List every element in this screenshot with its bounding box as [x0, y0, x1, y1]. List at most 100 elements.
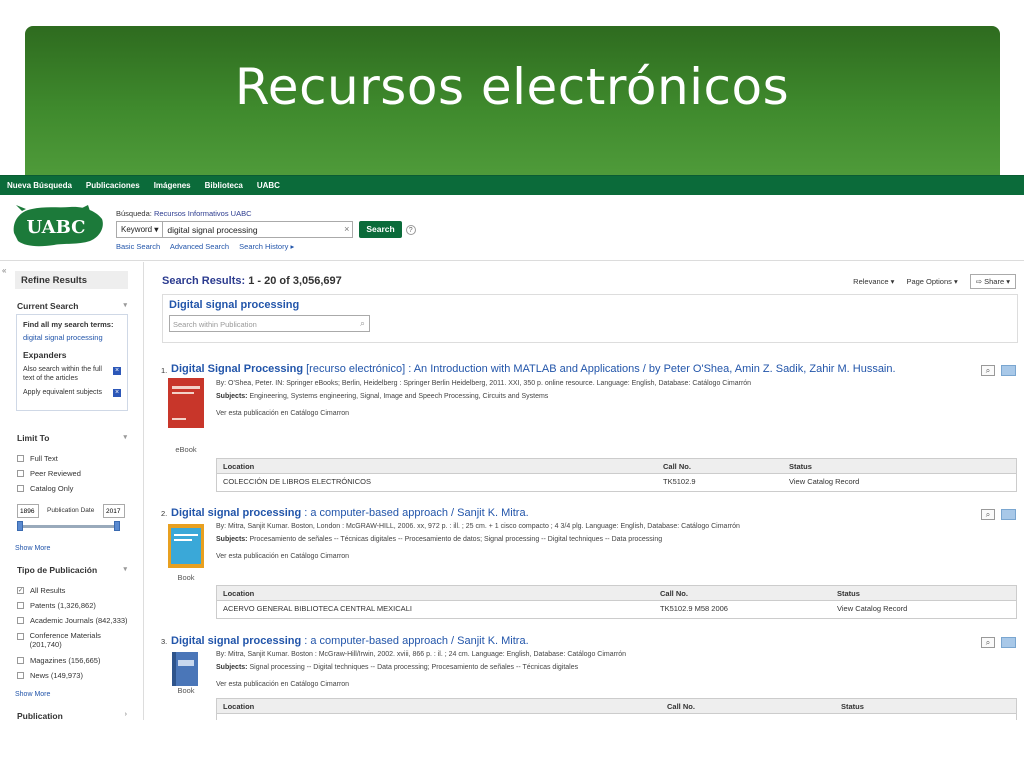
holdings-table: Location Call No. Status ACERVO GENERAL … [216, 585, 1017, 619]
view-catalog-record-link[interactable]: View Catalog Record [837, 604, 907, 613]
search-row: Keyword ▾ digital signal processing × Se… [116, 221, 416, 238]
logo-text: UABC [27, 217, 86, 238]
type-heading[interactable]: Tipo de Publicación ▾ [17, 565, 127, 575]
checkbox [17, 672, 24, 679]
search-history-link[interactable]: Search History ▸ [239, 242, 294, 251]
result-subjects: Subjects: Procesamiento de señales -- Té… [216, 536, 663, 543]
nav-biblioteca[interactable]: Biblioteca [205, 181, 243, 190]
limit-to-heading[interactable]: Limit To ▾ [17, 433, 127, 443]
date-to-input[interactable]: 2017 [103, 504, 125, 518]
holdings-header: Location Call No. Status [217, 459, 1016, 474]
nav-nueva-busqueda[interactable]: Nueva Búsqueda [7, 181, 72, 190]
remove-expander-icon[interactable]: × [113, 389, 121, 397]
date-from-input[interactable]: 1896 [17, 504, 39, 518]
catalog-link[interactable]: Ver esta publicación en Catálogo Cimarro… [216, 681, 349, 688]
refine-sidebar: « Refine Results Current Search ▾ Find al… [0, 262, 144, 720]
search-button[interactable]: Search [359, 221, 402, 238]
limit-full-text[interactable]: Full Text [17, 454, 58, 463]
chevron-down-icon: ▾ [123, 302, 127, 309]
nav-publicaciones[interactable]: Publicaciones [86, 181, 140, 190]
search-area: Búsqueda: Recursos Informativos UABC Key… [116, 209, 416, 251]
catalog-link[interactable]: Ver esta publicación en Catálogo Cimarro… [216, 410, 349, 417]
limit-peer-reviewed[interactable]: Peer Reviewed [17, 469, 81, 478]
type-magazines[interactable]: Magazines (156,665) [17, 656, 100, 665]
book-placeholder-icon[interactable] [172, 652, 200, 686]
holdings-header: Location Call No. Status [217, 586, 1016, 601]
checkbox [17, 455, 24, 462]
add-to-folder-icon[interactable] [1001, 365, 1016, 376]
result-title[interactable]: Digital signal processing : a computer-b… [171, 507, 529, 519]
result-number: 3. [161, 637, 168, 646]
publication-search-input[interactable]: Search within Publication ⌕ [169, 315, 370, 332]
checkbox [17, 470, 24, 477]
holdings-header: Location Call No. Status [217, 699, 1016, 714]
holdings-row: ACERVO GENERAL BIBLIOTECA CENTRAL MEXICA… [223, 604, 908, 613]
holdings-table: Location Call No. Status COLECCIÓN DE LI… [216, 458, 1017, 492]
search-header: UABC Búsqueda: Recursos Informativos UAB… [0, 195, 1024, 261]
date-label: Publication Date [47, 507, 95, 514]
publication-heading[interactable]: Publication › [17, 711, 127, 720]
result-actions: ⌕ [981, 509, 1016, 520]
preview-icon[interactable]: ⌕ [981, 365, 995, 376]
show-more-link[interactable]: Show More [15, 545, 50, 552]
show-more-link-2[interactable]: Show More [15, 691, 50, 698]
chevron-down-icon: ▾ [123, 566, 127, 573]
type-news[interactable]: News (149,973) [17, 671, 83, 680]
result-subjects: Subjects: Signal processing -- Digital t… [216, 664, 579, 671]
relevance-dropdown[interactable]: Relevance ▾ [853, 277, 894, 286]
expander-equivalent: Apply equivalent subjects × [23, 389, 121, 397]
share-button[interactable]: ⇨ Share ▾ [969, 274, 1016, 289]
limit-catalog-only[interactable]: Catalog Only [17, 484, 73, 493]
holdings-row: COLECCIÓN DE LIBROS ELECTRÓNICOS TK5102.… [223, 477, 860, 486]
date-slider-track[interactable] [19, 525, 119, 528]
date-slider-handle-right[interactable] [114, 521, 120, 531]
page-options-dropdown[interactable]: Page Options ▾ [906, 277, 957, 286]
search-icon[interactable]: ⌕ [360, 318, 365, 329]
collapse-icon[interactable]: « [2, 266, 6, 275]
result-subjects: Subjects: Engineering, Systems engineeri… [216, 393, 549, 400]
result-title[interactable]: Digital signal processing : a computer-b… [171, 635, 529, 647]
current-search-box: Find all my search terms: digital signal… [16, 314, 128, 411]
publication-title[interactable]: Digital signal processing [169, 299, 299, 311]
result-actions: ⌕ [981, 365, 1016, 376]
view-catalog-record-link[interactable]: View Catalog Record [789, 477, 859, 486]
ebsco-screenshot: Nueva Búsqueda Publicaciones Imágenes Bi… [0, 175, 1024, 720]
field-selector[interactable]: Keyword ▾ [116, 221, 164, 238]
result-number: 1. [161, 366, 168, 375]
expanders-heading: Expanders [23, 350, 67, 360]
slide-title: Recursos electrónicos [234, 58, 790, 116]
catalog-link[interactable]: Ver esta publicación en Catálogo Cimarro… [216, 553, 349, 560]
search-input[interactable]: digital signal processing × [163, 221, 354, 238]
type-academic-journals[interactable]: Academic Journals (842,333) [17, 616, 128, 625]
result-byline: By: O'Shea, Peter. IN: Springer eBooks; … [216, 380, 752, 387]
preview-icon[interactable]: ⌕ [981, 637, 995, 648]
clear-icon[interactable]: × [344, 224, 349, 234]
basic-search-link[interactable]: Basic Search [116, 242, 160, 251]
checkbox [17, 617, 24, 624]
date-slider-handle-left[interactable] [17, 521, 23, 531]
help-icon[interactable]: ? [405, 224, 416, 235]
preview-icon[interactable]: ⌕ [981, 509, 995, 520]
result-title[interactable]: Digital Signal Processing [recurso elect… [171, 363, 896, 375]
type-conference-materials[interactable]: Conference Materials (201,740) [17, 631, 127, 649]
find-all-value[interactable]: digital signal processing [23, 333, 121, 342]
remove-expander-icon[interactable]: × [113, 367, 121, 375]
search-source[interactable]: Recursos Informativos UABC [154, 209, 252, 218]
current-search-heading[interactable]: Current Search ▾ [17, 301, 127, 311]
type-patents[interactable]: Patents (1,326,862) [17, 601, 96, 610]
ebook-cover-image[interactable] [168, 378, 204, 428]
add-to-folder-icon[interactable] [1001, 637, 1016, 648]
advanced-search-link[interactable]: Advanced Search [170, 242, 229, 251]
nav-imagenes[interactable]: Imágenes [154, 181, 191, 190]
publication-box: Digital signal processing Search within … [162, 294, 1018, 343]
add-to-folder-icon[interactable] [1001, 509, 1016, 520]
nav-uabc[interactable]: UABC [257, 181, 280, 190]
result-actions: ⌕ [981, 637, 1016, 648]
checkbox [17, 602, 24, 609]
book-cover-image[interactable] [168, 524, 204, 568]
search-label: Búsqueda: Recursos Informativos UABC [116, 209, 252, 218]
uabc-logo[interactable]: UABC [10, 203, 105, 249]
result-byline: By: Mitra, Sanjit Kumar. Boston : McGraw… [216, 651, 627, 658]
holdings-table: Location Call No. Status [216, 698, 1017, 720]
type-all-results[interactable]: ✓ All Results [17, 586, 65, 595]
